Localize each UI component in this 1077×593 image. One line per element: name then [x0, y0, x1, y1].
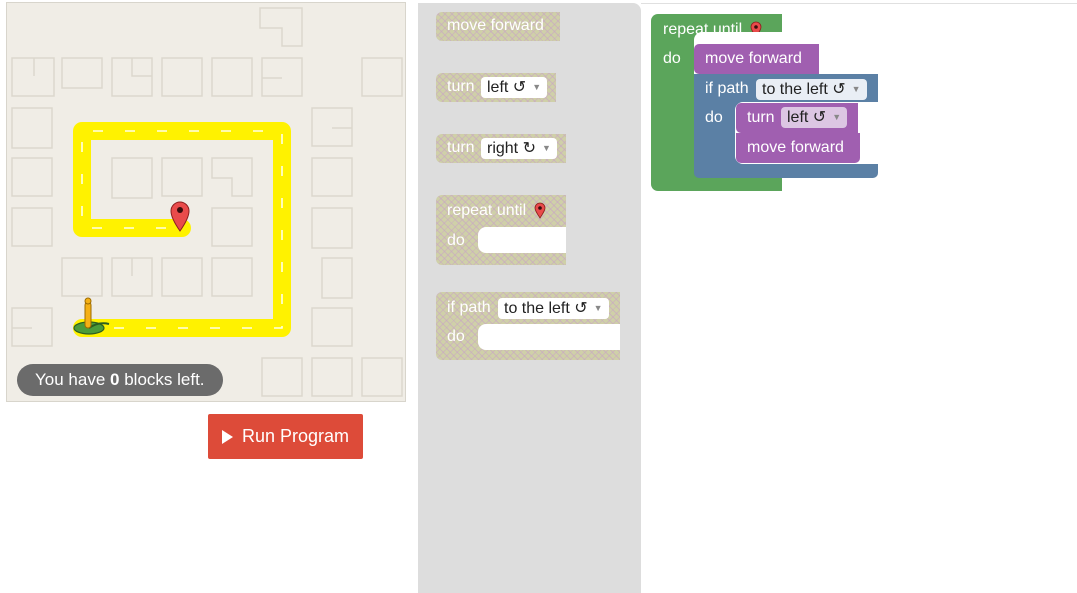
turn-direction-value: left ↺ [787, 109, 827, 126]
toolbox-if-slot [478, 324, 620, 350]
toolbox-turn-left-dropdown[interactable]: left ↺ ▼ [481, 77, 548, 98]
turn-direction-dropdown[interactable]: left ↺ ▼ [781, 107, 848, 128]
dropdown-arrow-icon: ▼ [832, 112, 842, 123]
toolbox-turn-left-value: left ↺ [487, 79, 527, 96]
workspace-top-divider [641, 3, 1077, 4]
toolbox-if-path-dropdown[interactable]: to the left ↺ ▼ [498, 298, 609, 319]
pegman-icon [73, 297, 110, 335]
turn-left-block[interactable]: turn left ↺ ▼ [736, 103, 858, 133]
toolbox-repeat-until-block[interactable]: repeat until do [436, 195, 566, 265]
move-forward-label: move forward [705, 50, 802, 67]
move-forward-block-nested[interactable]: move forward [736, 133, 860, 163]
toolbox-if-do-label: do [447, 328, 465, 345]
maze-canvas: You have 0 blocks left. [6, 2, 406, 402]
toolbox-turn-right-block[interactable]: turn right ↻ ▼ [436, 134, 566, 163]
toolbox-if-path-block[interactable]: if path to the left ↺ ▼ do [436, 292, 620, 360]
if-path-dropdown[interactable]: to the left ↺ ▼ [756, 79, 867, 100]
move-forward-nested-label: move forward [747, 139, 844, 156]
run-program-label: Run Program [241, 426, 350, 446]
blocks-left-suffix: blocks left. [124, 370, 205, 389]
run-program-button[interactable]: Run Program [208, 414, 363, 459]
toolbox-turn-left-label: turn [447, 78, 475, 95]
maze-background-tiles [11, 7, 403, 397]
toolbox-repeat-until-label: repeat until [447, 202, 546, 220]
toolbox-if-path-value: to the left ↺ [504, 300, 588, 317]
toolbox-turn-left-block[interactable]: turn left ↺ ▼ [436, 73, 556, 102]
turn-label: turn [747, 109, 775, 126]
maze-map [11, 7, 403, 397]
repeat-do-label: do [663, 50, 681, 67]
toolbox-if-path-label: if path [447, 299, 491, 316]
toolbox: move forward turn left ↺ ▼ turn right ↻ ▼ … [418, 3, 641, 593]
toolbox-move-forward-block[interactable]: move forward [436, 12, 560, 41]
blocks-left-counter: You have 0 blocks left. [17, 364, 223, 396]
toolbox-repeat-slot [478, 227, 566, 253]
toolbox-turn-right-value: right ↻ [487, 140, 536, 157]
dropdown-arrow-icon: ▼ [532, 82, 542, 93]
dropdown-arrow-icon: ▼ [851, 84, 861, 95]
dropdown-arrow-icon: ▼ [541, 143, 551, 154]
toolbox-turn-right-dropdown[interactable]: right ↻ ▼ [481, 138, 557, 159]
toolbox-move-forward-label: move forward [447, 17, 544, 34]
toolbox-turn-right-label: turn [447, 139, 475, 156]
if-do-label: do [705, 109, 723, 126]
blocks-left-prefix: You have [35, 370, 106, 389]
dropdown-arrow-icon: ▼ [593, 303, 603, 314]
toolbox-repeat-do-label: do [447, 232, 465, 249]
if-path-value: to the left ↺ [762, 81, 846, 98]
move-forward-block[interactable]: move forward [694, 44, 819, 74]
goal-marker-icon [534, 202, 546, 219]
play-icon [221, 429, 233, 444]
if-path-label: if path [705, 80, 749, 97]
blocks-left-count: 0 [110, 370, 120, 389]
